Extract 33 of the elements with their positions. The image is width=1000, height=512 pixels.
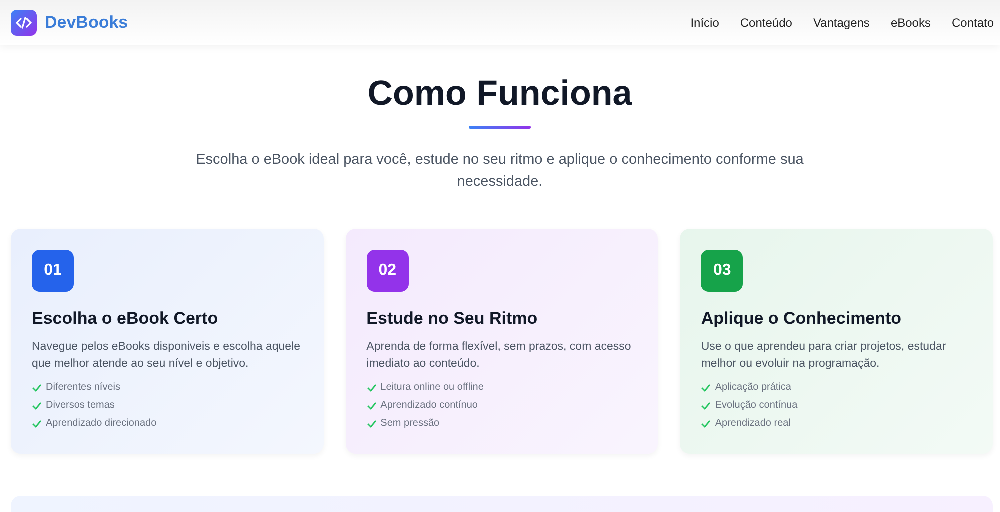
feature-text: Leitura online ou offline — [380, 381, 484, 396]
check-icon — [366, 420, 377, 428]
check-icon — [701, 420, 712, 428]
code-icon — [11, 10, 37, 36]
step-description: Navegue pelos eBooks disponiveis e escolha aquele que melhor atende ao seu nível e objetivo. — [32, 340, 302, 372]
brand-name[interactable]: DevBooks — [45, 10, 128, 36]
nav-link[interactable]: Conteúdo — [740, 14, 792, 32]
feature-text: Diferentes níveis — [46, 381, 120, 396]
feature-text: Aprendizado real — [715, 417, 791, 432]
nav-link[interactable]: Vantagens — [813, 14, 870, 32]
step-title: Aplique o Conhecimento — [701, 309, 903, 330]
step-number: 03 — [701, 250, 744, 292]
feature-text: Aprendizado direcionado — [46, 417, 157, 432]
check-icon — [701, 402, 712, 410]
step-title: Escolha o eBook Certo — [32, 309, 220, 330]
section-subtitle: Escolha o eBook ideal para você, estude no seu ritmo e aplique o conhecimento conforme sua necessidade. — [195, 150, 805, 192]
feature-text: Sem pressão — [380, 417, 440, 432]
step-number: 02 — [366, 250, 409, 292]
step-number: 01 — [32, 250, 74, 292]
step-description: Use o que aprendeu para criar projetos, estudar melhor ou evoluir na programação. — [701, 340, 948, 372]
nav-link[interactable]: Início — [690, 14, 720, 32]
nav-link[interactable]: eBooks — [890, 14, 931, 32]
nav-link[interactable]: Contato — [952, 14, 994, 32]
check-icon — [366, 384, 377, 392]
check-icon — [366, 402, 377, 410]
feature-text: Evolução contínua — [715, 399, 798, 414]
step-description: Aprenda de forma flexível, sem prazos, com acesso imediato ao conteúdo. — [366, 340, 632, 372]
feature-text: Aprendizado contínuo — [380, 399, 478, 414]
feature-text: Diversos temas — [46, 399, 115, 414]
step-title: Estude no Seu Ritmo — [366, 309, 539, 330]
section-title: Como Funciona — [366, 75, 634, 114]
feature-text: Aplicação prática — [715, 381, 792, 396]
check-icon — [701, 384, 712, 392]
